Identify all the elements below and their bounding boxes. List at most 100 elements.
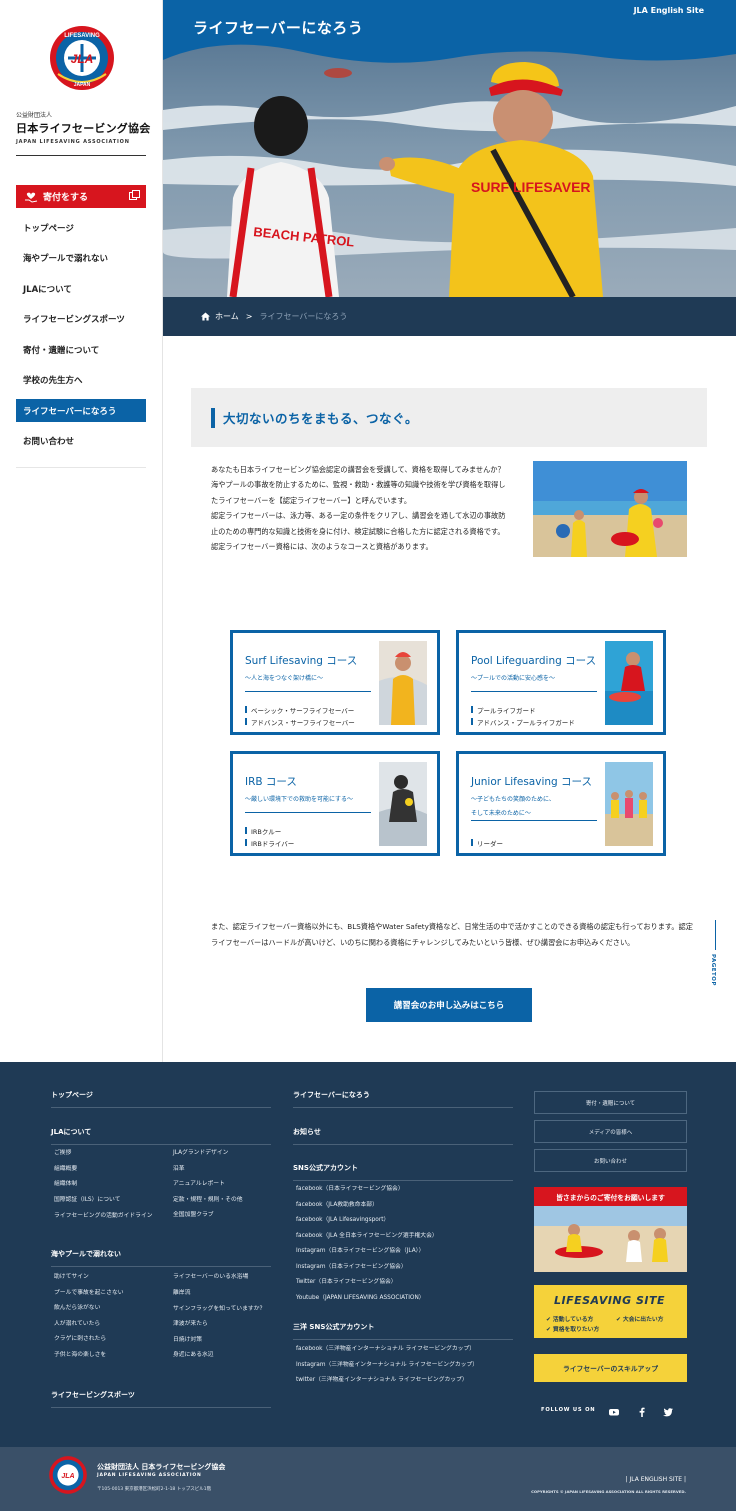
sns-link[interactable]: facebook（JLA救助救命本部）: [296, 1198, 516, 1214]
footer-sanyo-section: 三洋 SNS公式アカウント: [293, 1322, 513, 1340]
footer-link[interactable]: 子供と海の楽しさを: [54, 1348, 169, 1364]
footer-link-top[interactable]: トップページ: [51, 1090, 271, 1108]
lifesaving-site-banner[interactable]: LIFESAVING SITE ✔ 活動している方 ✔ 大会に出たい方 ✔ 資格…: [534, 1285, 687, 1338]
course-card-surf[interactable]: Surf Lifesaving コース 〜人と海をつなぐ架け橋に〜 ベーシック・…: [230, 630, 440, 735]
svg-text:JLA: JLA: [71, 52, 94, 66]
svg-text:LIFESAVING: LIFESAVING: [64, 33, 100, 39]
ls-item: ✔ 活動している方: [546, 1317, 594, 1323]
footer-link[interactable]: 津波が来たら: [173, 1317, 273, 1333]
nav-item-sports[interactable]: ライフセービングスポーツ: [16, 308, 146, 331]
footer-link[interactable]: JLAグランドデザイン: [173, 1146, 273, 1162]
course-item: IRBクルー: [245, 826, 281, 836]
donate-banner[interactable]: 皆さまからのご寄付をお願いします: [534, 1187, 687, 1272]
footer-link[interactable]: 飲んだら泳がない: [54, 1301, 169, 1317]
org-name[interactable]: 日本ライフセービング協会: [16, 120, 150, 136]
footer-link[interactable]: 全国加盟クラブ: [173, 1208, 273, 1224]
nav-item-contact[interactable]: お問い合わせ: [16, 430, 146, 453]
footer-link[interactable]: 身近にある水辺: [173, 1348, 273, 1364]
sns-link[interactable]: facebook（JLA 全日本ライフセービング選手権大会）: [296, 1229, 516, 1245]
intro-text: あなたも日本ライフセービング協会認定の講習会を受講して、資格を取得してみませんか…: [211, 462, 507, 554]
nav-item-become-lifesaver[interactable]: ライフセーバーになろう: [16, 399, 146, 422]
page: JLA LIFESAVING JAPAN 公益財団法人 日本ライフセービング協会…: [0, 0, 736, 1511]
footer-jla-logo[interactable]: JLA: [48, 1455, 88, 1495]
nav-item-top[interactable]: トップページ: [16, 216, 146, 239]
skill-up-button[interactable]: ライフセーバーのスキルアップ: [534, 1354, 687, 1382]
pagetop-line: [715, 920, 716, 950]
divider: [245, 812, 371, 813]
nav-item-teachers[interactable]: 学校の先生方へ: [16, 369, 146, 392]
sns-link[interactable]: Youtube（JAPAN LIFESAVING ASSOCIATION）: [296, 1291, 516, 1307]
facebook-icon[interactable]: [637, 1407, 647, 1417]
ls-item: ✔ 大会に出たい方: [616, 1317, 664, 1323]
footer-button-contact[interactable]: お問い合わせ: [534, 1149, 687, 1172]
course-title: IRB コース: [245, 776, 297, 788]
sns-link[interactable]: Twitter（日本ライフセービング協会）: [296, 1275, 516, 1291]
footer-link[interactable]: 国際認証（ILS）について: [54, 1193, 169, 1209]
footer-link[interactable]: プールで事故を起こさない: [54, 1286, 169, 1302]
english-site-link[interactable]: JLA English Site: [634, 6, 704, 15]
footer-link[interactable]: 沿革: [173, 1162, 273, 1178]
footer-link[interactable]: 組織体制: [54, 1177, 169, 1193]
footer-link[interactable]: 助けてサイン: [54, 1270, 169, 1286]
course-item: IRBドライバー: [245, 838, 294, 848]
sns-link[interactable]: facebook（三洋物産インターナショナル ライフセービングカップ）: [296, 1342, 526, 1358]
sns-link[interactable]: Instagram（三洋物産インターナショナル ライフセービングカップ）: [296, 1358, 526, 1374]
footer-heading-jla[interactable]: JLAについて: [51, 1127, 271, 1145]
footer-link[interactable]: ライフセーバーのいる水浴場: [173, 1270, 273, 1286]
nav-item-about-jla[interactable]: JLAについて: [16, 277, 146, 300]
twitter-icon[interactable]: [663, 1407, 673, 1417]
lifesaving-site-title: LIFESAVING SITE: [554, 1294, 666, 1307]
sns-link[interactable]: facebook（日本ライフセービング協会）: [296, 1182, 516, 1198]
apply-course-button[interactable]: 講習会のお申し込みはこちら: [366, 988, 532, 1022]
footer-link-become[interactable]: ライフセーバーになろう: [293, 1090, 513, 1108]
sns-link[interactable]: Instagram（日本ライフセービング協会）: [296, 1260, 516, 1276]
sns-link[interactable]: facebook（JLA Lifesavingsport）: [296, 1213, 516, 1229]
jla-logo[interactable]: JLA LIFESAVING JAPAN: [48, 24, 116, 92]
sns-link[interactable]: Instagram（日本ライフセービング協会（JLA））: [296, 1244, 516, 1260]
footer-link[interactable]: ご挨拶: [54, 1146, 169, 1162]
donate-banner-title: 皆さまからのご寄付をお願いします: [534, 1187, 687, 1206]
footer-sea-section: 海やプールで溺れない: [51, 1249, 271, 1267]
intro-paragraph: 海やプールの事故を防止するために、監視・救助・救護等の知識や技術を学び資格を取得…: [211, 480, 506, 505]
footer-link[interactable]: サインフラッグを知っていますか？: [173, 1301, 273, 1317]
footer-link[interactable]: クラゲに刺されたら: [54, 1332, 169, 1348]
footer-org-name-en: JAPAN LIFESAVING ASSOCIATION: [97, 1473, 202, 1478]
hand-heart-icon: [25, 192, 38, 203]
footer-sns-section: SNS公式アカウント: [293, 1163, 513, 1181]
course-card-irb[interactable]: IRB コース 〜厳しい環境下での救助を可能にする〜 IRBクルー IRBドライ…: [230, 751, 440, 856]
footer-heading-sports[interactable]: ライフセービングスポーツ: [51, 1390, 271, 1408]
footer-jla-section: JLAについて: [51, 1127, 271, 1145]
footer-link[interactable]: 日焼け対策: [173, 1333, 273, 1349]
sns-link[interactable]: twitter（三洋物産インターナショナル ライフセービングカップ）: [296, 1373, 526, 1389]
pagetop-link[interactable]: PAGETOP: [710, 918, 722, 988]
course-photo: [605, 641, 653, 725]
org-name-en: JAPAN LIFESAVING ASSOCIATION: [16, 139, 130, 145]
nav-item-donation[interactable]: 寄付・遺贈について: [16, 338, 146, 361]
footer-link[interactable]: 離岸流: [173, 1286, 273, 1302]
youtube-icon[interactable]: [609, 1407, 619, 1417]
footer-heading-sea[interactable]: 海やプールで溺れない: [51, 1249, 271, 1267]
footer-button-media[interactable]: メディアの皆様へ: [534, 1120, 687, 1143]
divider: [471, 820, 597, 821]
footer-link-news[interactable]: お知らせ: [293, 1127, 513, 1145]
footer-english-site-link[interactable]: | JLA ENGLISH SITE |: [626, 1476, 686, 1483]
donate-button[interactable]: 寄付をする: [16, 185, 146, 208]
footer-link[interactable]: ライフセービングの活動ガイドライン: [54, 1208, 169, 1221]
footer-link[interactable]: 組織概要: [54, 1162, 169, 1178]
footer-link[interactable]: 人が溺れていたら: [54, 1317, 169, 1333]
footer-button-donation[interactable]: 寄付・遺贈について: [534, 1091, 687, 1114]
course-card-pool[interactable]: Pool Lifeguarding コース 〜プールでの活動に安心感を〜 プール…: [456, 630, 666, 735]
footer-link[interactable]: アニュアルレポート: [173, 1177, 273, 1193]
outro-text: また、認定ライフセーバー資格以外にも、BLS資格やWater Safety資格な…: [211, 922, 693, 947]
divider: [16, 467, 146, 468]
breadcrumb-home[interactable]: ホーム: [215, 311, 239, 322]
footer-link[interactable]: 定款・規程・規則・その他: [173, 1193, 273, 1209]
intro-paragraph: あなたも日本ライフセービング協会認定の講習会を受講して、資格を取得してみませんか…: [211, 465, 505, 474]
section-heading: 大切ないのちをまもる、つなぐ。: [191, 388, 707, 447]
ls-item: ✔ 資格を取りたい方: [546, 1327, 600, 1333]
divider: [245, 691, 371, 692]
footer-sports-section: ライフセービングスポーツ: [51, 1390, 271, 1408]
course-card-junior[interactable]: Junior Lifesaving コース 〜子どもたちの笑顔のために、 そして…: [456, 751, 666, 856]
course-item: アドバンス・サーフライフセーバー: [245, 717, 355, 727]
nav-item-water-safety[interactable]: 海やプールで溺れない: [16, 247, 146, 270]
